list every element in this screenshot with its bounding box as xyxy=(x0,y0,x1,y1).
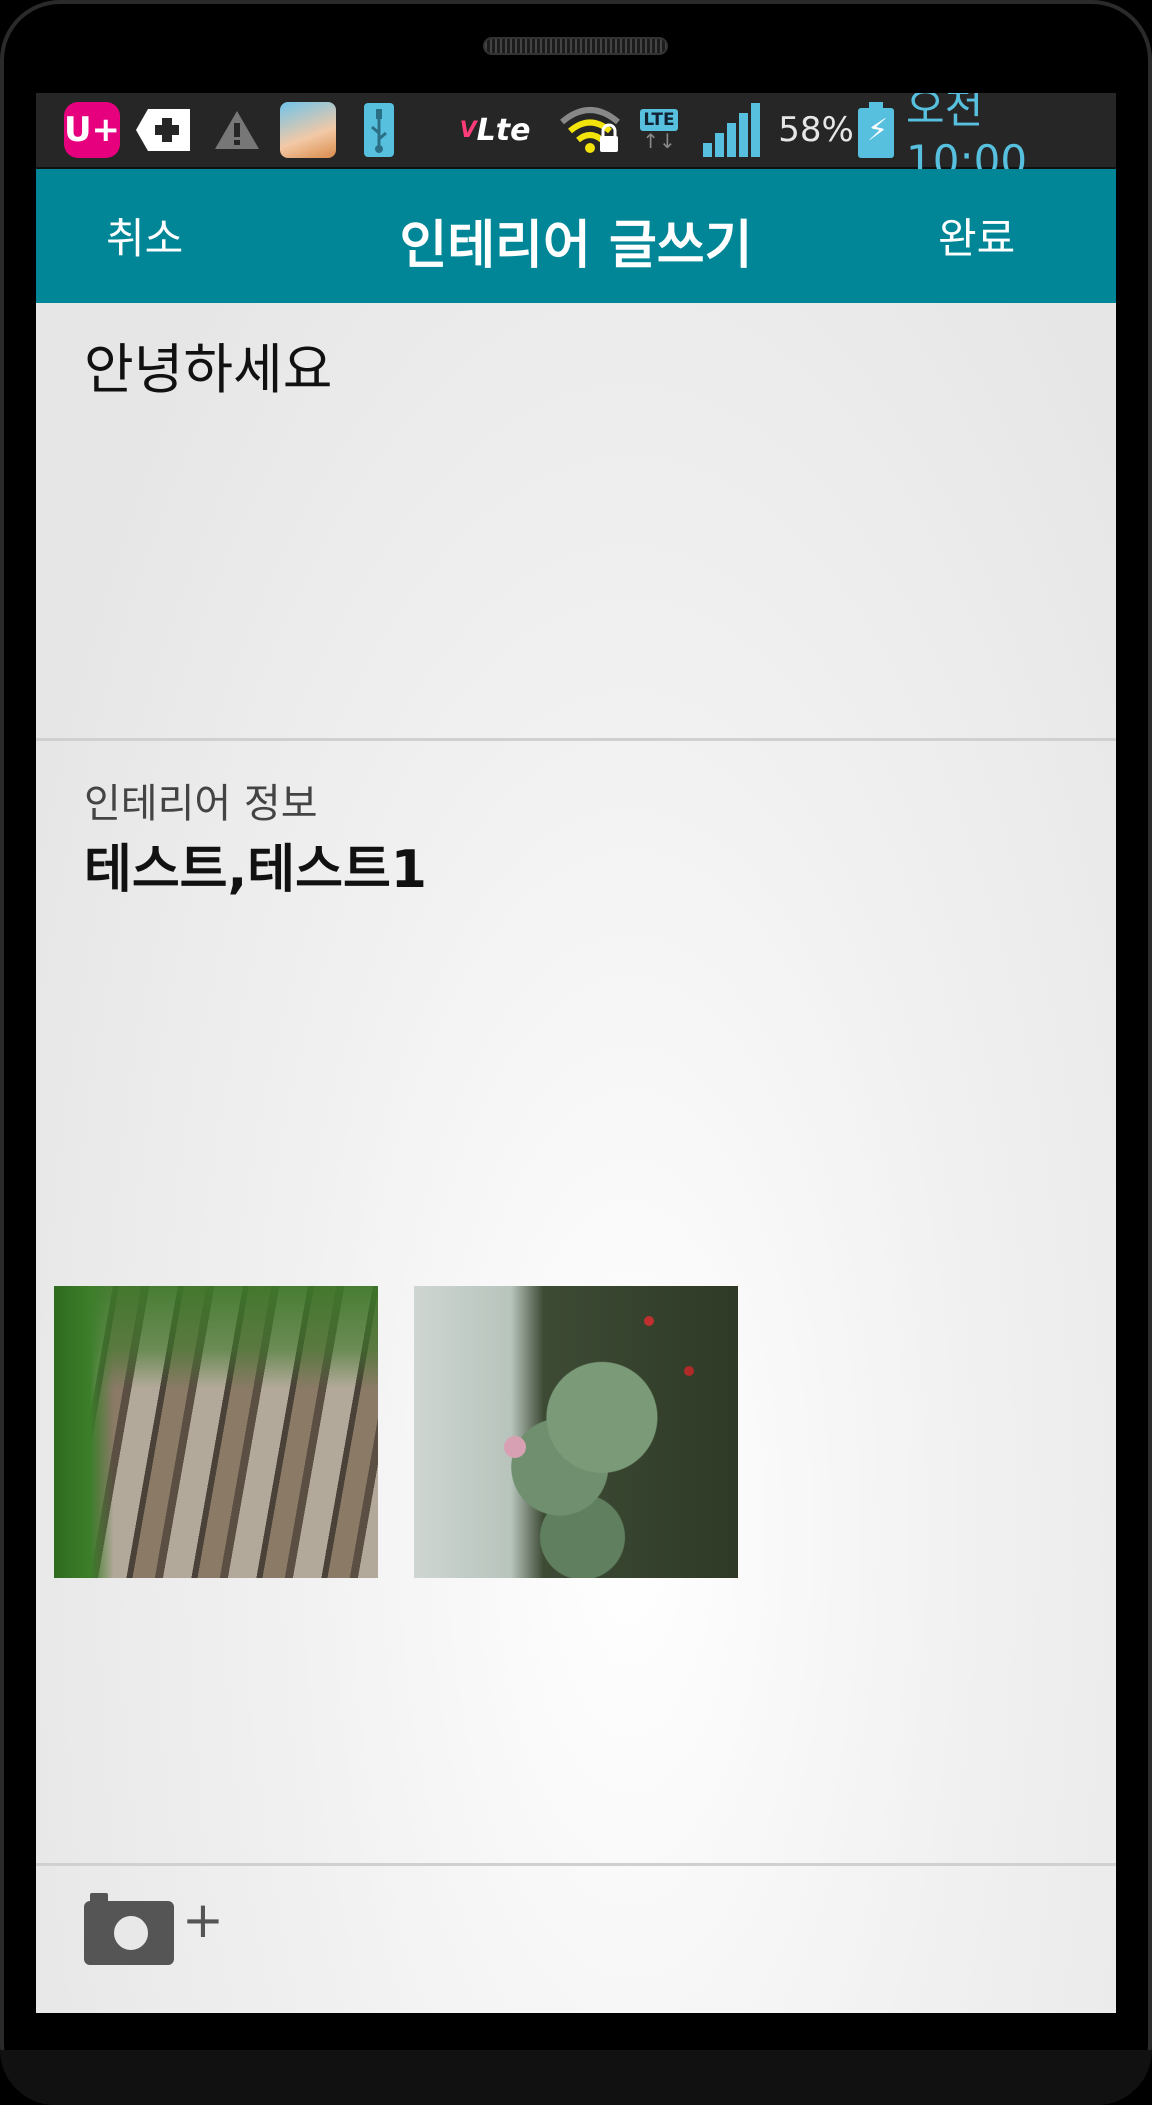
medical-plus-icon xyxy=(134,107,192,153)
app-bar: 취소 인테리어 글쓰기 완료 xyxy=(36,169,1116,303)
wifi-lock-icon xyxy=(558,103,622,157)
plus-icon: + xyxy=(182,1891,224,1949)
lte-icon: LTE ↑↓ xyxy=(640,109,678,153)
uplus-icon: U+ xyxy=(64,102,120,158)
attached-image-lotus[interactable] xyxy=(414,1286,738,1578)
interior-info-value[interactable]: 테스트,테스트1 xyxy=(84,827,427,902)
bottom-bezel xyxy=(0,2050,1152,2105)
screen: U+ V Lte LTE ↑↓ 58% ⚡ 오전 10:00 취소 인테리어 글… xyxy=(36,93,1116,2013)
interior-info-label: 인테리어 정보 xyxy=(84,781,318,827)
post-body-input[interactable]: 안녕하세요 xyxy=(84,325,332,404)
divider xyxy=(36,738,1116,741)
battery-percent: 58% xyxy=(778,110,854,150)
game-avatar-icon xyxy=(280,102,336,158)
bottom-toolbar: + xyxy=(36,1865,1116,2013)
signal-warning-icon xyxy=(212,103,262,157)
done-button[interactable]: 완료 xyxy=(938,205,1015,266)
usb-icon xyxy=(364,103,394,157)
attached-image-stone-steps[interactable] xyxy=(54,1286,378,1578)
phone-frame: U+ V Lte LTE ↑↓ 58% ⚡ 오전 10:00 취소 인테리어 글… xyxy=(0,0,1152,2105)
status-bar: U+ V Lte LTE ↑↓ 58% ⚡ 오전 10:00 xyxy=(36,93,1116,185)
add-photo-button[interactable]: + xyxy=(84,1893,234,1973)
status-clock: 오전 10:00 xyxy=(906,93,1028,185)
battery-charging-icon: ⚡ xyxy=(858,102,894,158)
volte-icon: V Lte xyxy=(459,112,531,148)
cell-signal-icon xyxy=(702,103,764,157)
earpiece-speaker xyxy=(483,37,668,55)
